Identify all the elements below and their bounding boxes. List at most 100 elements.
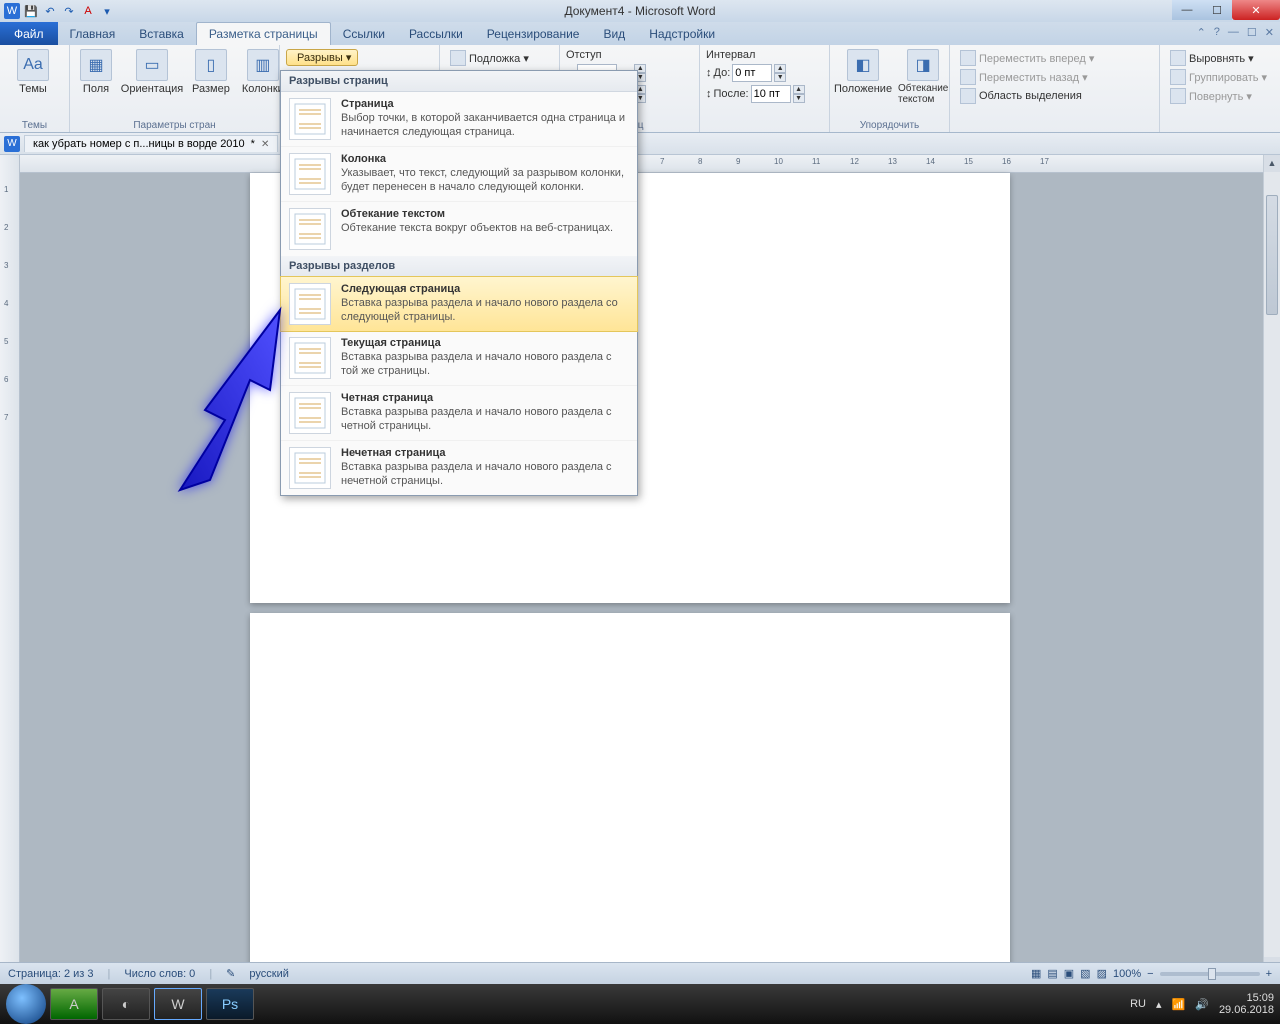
- ribbon-tabs: Файл Главная Вставка Разметка страницы С…: [0, 22, 1280, 45]
- spacing-before[interactable]: ↕До:▲▼: [706, 64, 786, 82]
- tray-clock[interactable]: 15:09 29.06.2018: [1219, 992, 1274, 1016]
- save-icon[interactable]: 💾: [23, 3, 39, 19]
- send-back-icon: [960, 69, 976, 85]
- wrap-text-button[interactable]: ◨Обтекание текстом: [894, 47, 952, 107]
- dd-item-desc: Выбор точки, в которой заканчивается одн…: [341, 112, 629, 140]
- redo-icon[interactable]: ↷: [61, 3, 77, 19]
- group-icon: [1170, 69, 1186, 85]
- maximize-button[interactable]: ☐: [1202, 0, 1232, 20]
- close-button[interactable]: ✕: [1232, 0, 1280, 20]
- system-tray: RU ▴ 📶 🔊 15:09 29.06.2018: [1130, 992, 1274, 1016]
- group-button[interactable]: Группировать ▾: [1166, 68, 1271, 86]
- dd-item-sec-2[interactable]: Четная страницаВставка разрыва раздела и…: [281, 386, 637, 441]
- dd-item-sec-3[interactable]: Нечетная страницаВставка разрыва раздела…: [281, 441, 637, 495]
- dd-item-pg-0[interactable]: СтраницаВыбор точки, в которой заканчива…: [281, 92, 637, 147]
- zoom-in-icon[interactable]: +: [1266, 968, 1272, 980]
- view-read-icon[interactable]: ▤: [1047, 967, 1057, 980]
- view-web-icon[interactable]: ▣: [1064, 967, 1074, 980]
- view-outline-icon[interactable]: ▧: [1080, 967, 1090, 980]
- zoom-out-icon[interactable]: −: [1147, 968, 1153, 980]
- spellcheck-icon[interactable]: ✎: [226, 967, 235, 980]
- taskbar: A ◐ W Ps RU ▴ 📶 🔊 15:09 29.06.2018: [0, 984, 1280, 1024]
- help-icon[interactable]: ?: [1214, 26, 1220, 39]
- document-tab[interactable]: как убрать номер с п...ницы в ворде 2010…: [24, 135, 278, 152]
- taskbar-chrome[interactable]: ◐: [102, 988, 150, 1020]
- align-icon: [1170, 50, 1186, 66]
- send-backward-button[interactable]: Переместить назад ▾: [956, 68, 1092, 86]
- tab-view[interactable]: Вид: [591, 23, 637, 45]
- scroll-thumb[interactable]: [1266, 195, 1278, 315]
- size-button[interactable]: ▯Размер: [188, 47, 234, 97]
- statusbar: Страница: 2 из 3 | Число слов: 0 | ✎ рус…: [0, 962, 1280, 984]
- dd-item-pg-2[interactable]: Обтекание текстомОбтекание текста вокруг…: [281, 202, 637, 256]
- view-draft-icon[interactable]: ▨: [1097, 967, 1107, 980]
- scroll-up-icon[interactable]: ▲: [1264, 155, 1280, 172]
- undo-icon[interactable]: ↶: [42, 3, 58, 19]
- align-button[interactable]: Выровнять ▾: [1166, 49, 1258, 67]
- position-button[interactable]: ◧Положение: [836, 47, 890, 97]
- indent-label: Отступ: [566, 49, 602, 61]
- wrap-icon: ◨: [907, 49, 939, 81]
- tab-insert[interactable]: Вставка: [127, 23, 196, 45]
- columns-icon: ▥: [247, 49, 279, 81]
- vertical-scrollbar[interactable]: ▲ ▼: [1263, 155, 1280, 974]
- orientation-icon: ▭: [136, 49, 168, 81]
- status-lang[interactable]: русский: [249, 968, 288, 980]
- group-arrange-label: Упорядочить: [830, 120, 949, 131]
- rotate-icon: [1170, 88, 1186, 104]
- dd-item-sec-0[interactable]: Следующая страница Вставка разрыва раздел…: [280, 276, 638, 332]
- tab-page-layout[interactable]: Разметка страницы: [196, 22, 331, 45]
- dd-item-title: Текущая страница: [341, 337, 629, 349]
- status-page[interactable]: Страница: 2 из 3: [8, 968, 94, 980]
- orientation-button[interactable]: ▭Ориентация: [120, 47, 184, 97]
- tray-network-icon[interactable]: 📶: [1172, 998, 1186, 1011]
- dd-item-icon: [289, 208, 331, 250]
- qat-more-icon[interactable]: ▾: [99, 3, 115, 19]
- margins-button[interactable]: ▦Поля: [76, 47, 116, 97]
- group-themes-label: Темы: [0, 120, 69, 131]
- watermark-button[interactable]: Подложка ▾: [446, 49, 533, 67]
- dd-item-desc: Вставка разрыва раздела и начало нового …: [341, 297, 629, 325]
- dd-item-pg-1[interactable]: КолонкаУказывает, что текст, следующий з…: [281, 147, 637, 202]
- dd-item-desc: Вставка разрыва раздела и начало нового …: [341, 406, 629, 434]
- view-print-icon[interactable]: ▦: [1031, 967, 1041, 980]
- doc-min-icon[interactable]: —: [1228, 26, 1239, 39]
- breaks-dropdown: Разрывы страниц СтраницаВыбор точки, в к…: [280, 70, 638, 496]
- taskbar-photoshop[interactable]: Ps: [206, 988, 254, 1020]
- doc-close-icon[interactable]: ✕: [1265, 26, 1274, 39]
- close-tab-icon[interactable]: ✕: [261, 139, 269, 150]
- dd-header-section-breaks: Разрывы разделов: [281, 256, 637, 277]
- taskbar-app-1[interactable]: A: [50, 988, 98, 1020]
- tray-lang[interactable]: RU: [1130, 998, 1146, 1010]
- spacing-after[interactable]: ↕После:▲▼: [706, 85, 805, 103]
- doc-restore-icon[interactable]: ☐: [1247, 26, 1257, 39]
- themes-button[interactable]: Aa Темы: [6, 47, 60, 97]
- tray-volume-icon[interactable]: 🔊: [1195, 998, 1209, 1011]
- tray-flag-icon[interactable]: ▴: [1156, 998, 1162, 1011]
- minimize-button[interactable]: —: [1172, 0, 1202, 20]
- tab-addins[interactable]: Надстройки: [637, 23, 727, 45]
- zoom-level[interactable]: 100%: [1113, 968, 1141, 980]
- tab-home[interactable]: Главная: [58, 23, 128, 45]
- tab-references[interactable]: Ссылки: [331, 23, 397, 45]
- font-color-icon[interactable]: A: [80, 3, 96, 19]
- breaks-button[interactable]: Разрывы ▾: [286, 49, 358, 66]
- taskbar-word[interactable]: W: [154, 988, 202, 1020]
- spacing-before-icon: ↕: [706, 67, 712, 79]
- zoom-slider[interactable]: [1160, 972, 1260, 976]
- dd-item-sec-1[interactable]: Текущая страницаВставка разрыва раздела …: [281, 331, 637, 386]
- ribbon-minimize-icon[interactable]: ⌃: [1197, 26, 1206, 39]
- dd-item-title: Следующая страница: [341, 283, 629, 295]
- start-button[interactable]: [6, 984, 46, 1024]
- window-controls: — ☐ ✕: [1172, 0, 1280, 20]
- spacing-label: Интервал: [706, 49, 755, 61]
- tab-review[interactable]: Рецензирование: [475, 23, 592, 45]
- bring-forward-button[interactable]: Переместить вперед ▾: [956, 49, 1098, 67]
- selection-pane-button[interactable]: Область выделения: [956, 87, 1086, 105]
- tab-file[interactable]: Файл: [0, 22, 58, 45]
- page-2[interactable]: [250, 613, 1010, 974]
- tab-mailings[interactable]: Рассылки: [397, 23, 475, 45]
- status-words[interactable]: Число слов: 0: [124, 968, 195, 980]
- spacing-after-icon: ↕: [706, 88, 712, 100]
- rotate-button[interactable]: Повернуть ▾: [1166, 87, 1256, 105]
